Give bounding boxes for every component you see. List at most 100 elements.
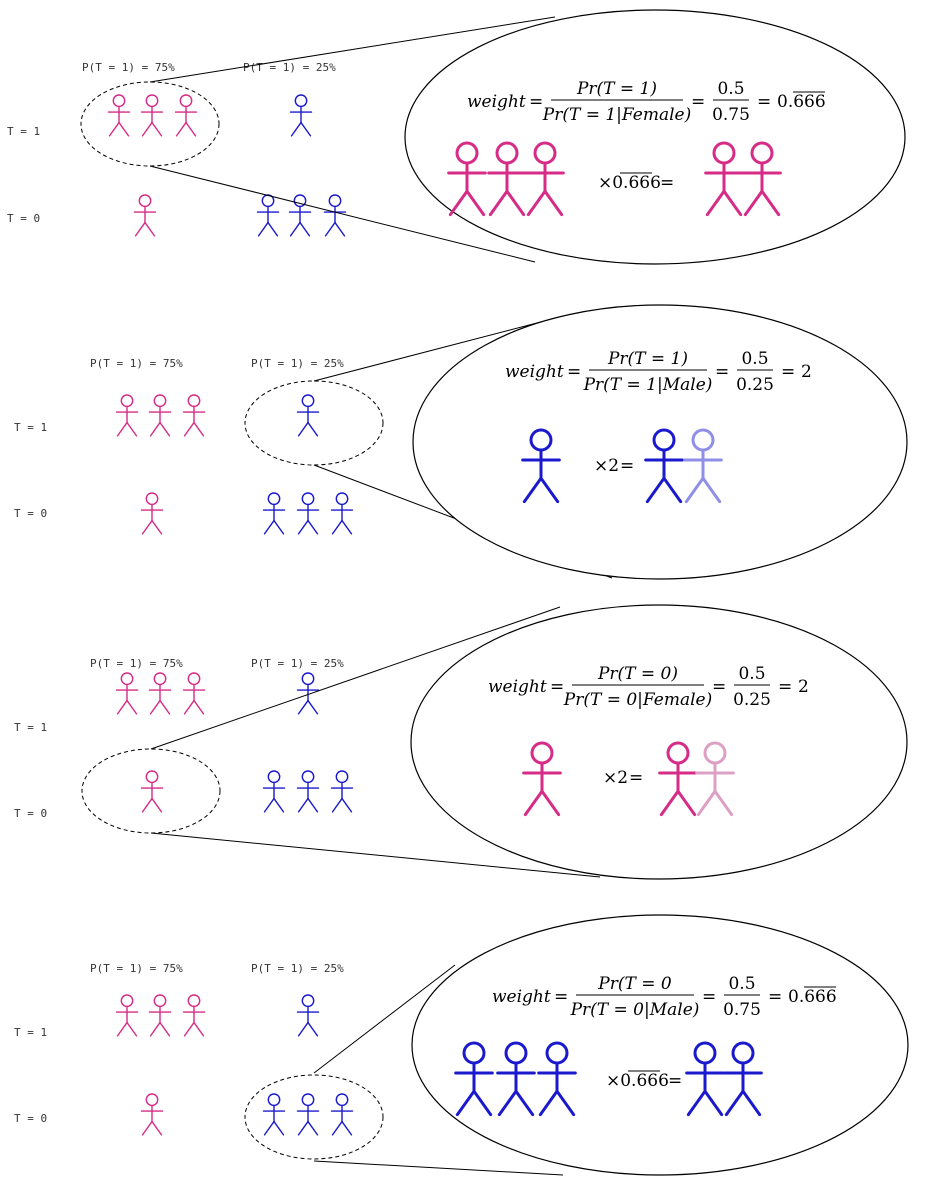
figure-left-leg <box>331 519 343 535</box>
formula-eq-3: = <box>768 987 782 1007</box>
female-figure-t1 <box>148 994 172 1037</box>
figure-head <box>145 94 159 108</box>
figure-right-leg <box>193 699 205 715</box>
formula-eq-3: = <box>781 362 795 382</box>
male-figure-t0 <box>296 1093 320 1136</box>
figure-head <box>187 994 201 1008</box>
figure-left-leg <box>263 519 275 535</box>
figure-left-leg <box>290 121 302 137</box>
focus-ellipse <box>80 81 220 167</box>
figure-right-leg <box>159 699 171 715</box>
p-female-label: P(T = 1) = 75% <box>90 357 183 370</box>
zoom-ellipse <box>412 304 908 580</box>
female-figure-t1 <box>115 672 139 715</box>
p-female-label: P(T = 1) = 75% <box>82 61 175 74</box>
figure-left-leg <box>116 699 128 715</box>
figure-right-leg <box>299 221 311 237</box>
t1-label: T = 1 <box>14 1026 47 1039</box>
formula-result: 2 <box>798 677 809 697</box>
figure-left-leg <box>297 1021 309 1037</box>
formula-result: 0.666 <box>788 987 837 1007</box>
formula-frac-den: 0.25 <box>736 375 774 395</box>
female-figure-t0 <box>140 1093 164 1136</box>
figure-head <box>294 94 308 108</box>
formula-eq-2: = <box>715 362 729 382</box>
female-figure-t0 <box>133 194 157 237</box>
panel-4: P(T = 1) = 75% P(T = 1) = 25% T = 1 T = 0 we… <box>14 914 909 1176</box>
multiplier-eq: = <box>629 768 643 788</box>
formula-denominator: Pr(T = 1|Male) <box>583 375 713 395</box>
figure-right-leg <box>307 699 319 715</box>
female-figure-t1 <box>182 394 206 437</box>
figure-left-leg <box>289 221 301 237</box>
female-figure-t1 <box>174 94 198 137</box>
figure-left-leg <box>141 797 153 813</box>
t0-label: T = 0 <box>14 807 47 820</box>
formula-numerator: Pr(T = 1) <box>576 79 657 99</box>
t0-label: T = 0 <box>14 1112 47 1125</box>
p-male-label: P(T = 1) = 25% <box>251 657 344 670</box>
figure-right-leg <box>159 1021 171 1037</box>
focus-ellipse <box>81 748 221 834</box>
figure-left-leg <box>141 1120 153 1136</box>
p-male-label: P(T = 1) = 25% <box>251 962 344 975</box>
figure-left-leg <box>297 519 309 535</box>
formula-result: 2 <box>801 362 812 382</box>
figure-left-leg <box>149 421 161 437</box>
figure-left-leg <box>331 797 343 813</box>
figure-head <box>301 672 315 686</box>
formula-eq-2: = <box>712 677 726 697</box>
figure-left-leg <box>149 699 161 715</box>
figure-right-leg <box>273 797 285 813</box>
figure-right-leg <box>273 1120 285 1136</box>
formula-frac-den: 0.75 <box>712 105 750 125</box>
figure-head <box>153 394 167 408</box>
figure-right-leg <box>193 421 205 437</box>
figure-right-leg <box>126 1021 138 1037</box>
figure-head <box>138 194 152 208</box>
figure-left-leg <box>175 121 187 137</box>
male-figure-t0 <box>330 1093 354 1136</box>
p-female-label: P(T = 1) = 75% <box>90 657 183 670</box>
formula-eq-3: = <box>778 677 792 697</box>
figure-left-leg <box>263 1120 275 1136</box>
figure-head <box>120 994 134 1008</box>
figure-head <box>145 770 159 784</box>
formula-eq: = <box>554 987 568 1007</box>
figure-head <box>267 770 281 784</box>
multiplier-eq: = <box>620 456 634 476</box>
figure-left-leg <box>183 1021 195 1037</box>
formula-frac-num: 0.5 <box>728 974 755 994</box>
figure-right-leg <box>144 221 156 237</box>
t0-label: T = 0 <box>7 212 40 225</box>
figure-head <box>301 994 315 1008</box>
t0-label: T = 0 <box>14 507 47 520</box>
figure-right-leg <box>341 519 353 535</box>
figure-left-leg <box>324 221 336 237</box>
focus-ellipse <box>244 1074 384 1160</box>
figure-head <box>301 770 315 784</box>
formula-denominator: Pr(T = 0|Male) <box>570 1000 700 1020</box>
figure-right-leg <box>307 421 319 437</box>
formula-eq-2: = <box>691 92 705 112</box>
formula-frac-den: 0.25 <box>733 690 771 710</box>
figure-head <box>153 994 167 1008</box>
figure-left-leg <box>108 121 120 137</box>
figure-right-leg <box>341 1120 353 1136</box>
male-figure-t0 <box>256 194 280 237</box>
figure-head <box>301 1093 315 1107</box>
formula-eq: = <box>567 362 581 382</box>
figure-left-leg <box>141 121 153 137</box>
figure-right-leg <box>151 1120 163 1136</box>
female-figure-t1 <box>182 994 206 1037</box>
figure-head <box>335 492 349 506</box>
figure-head <box>145 492 159 506</box>
formula-lhs: weight <box>505 362 564 382</box>
figure-head <box>120 394 134 408</box>
male-figure-t0 <box>330 492 354 535</box>
figure-right-leg <box>151 121 163 137</box>
formula-frac-num: 0.5 <box>738 664 765 684</box>
formula-frac-num: 0.5 <box>741 349 768 369</box>
figure-left-leg <box>257 221 269 237</box>
formula-numerator: Pr(T = 0 <box>597 974 672 994</box>
